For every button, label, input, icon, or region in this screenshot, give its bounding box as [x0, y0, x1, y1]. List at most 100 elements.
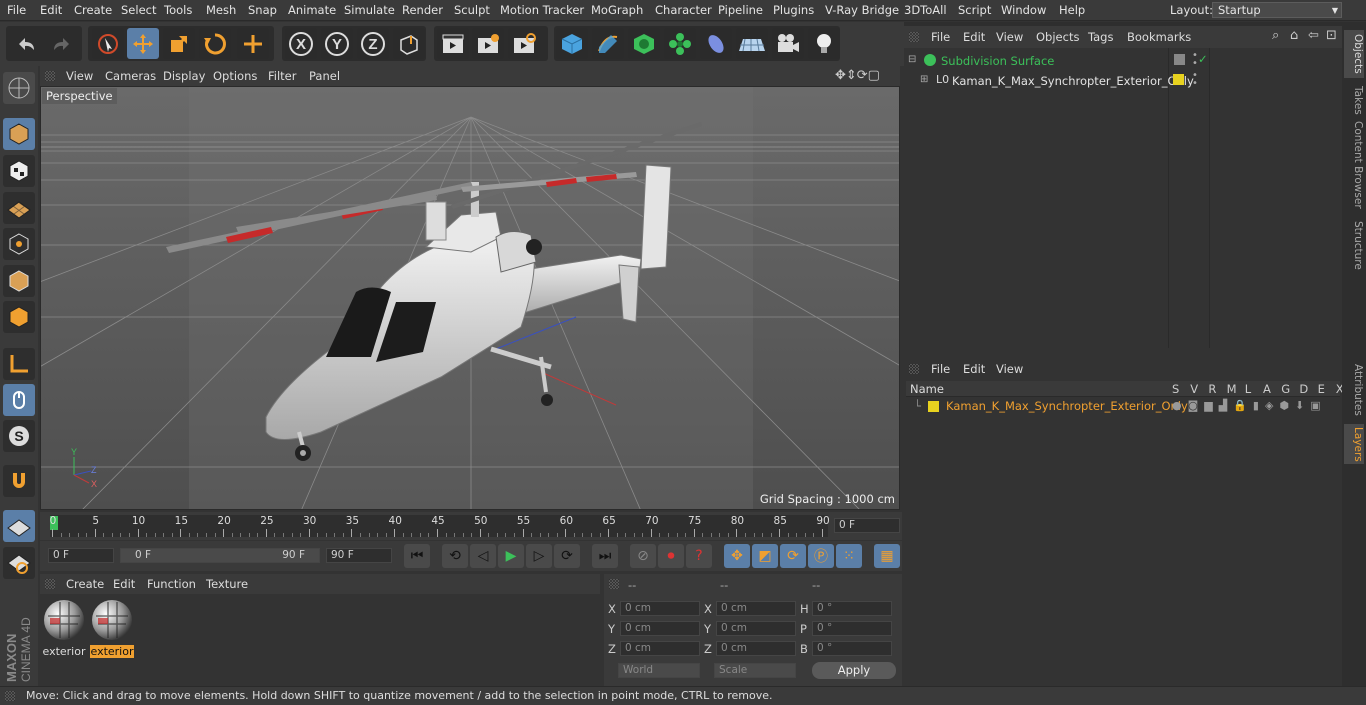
menu-motion-tracker[interactable]: Motion Tracker: [500, 3, 584, 17]
mograph-cloner-icon[interactable]: [664, 28, 696, 59]
column-flag[interactable]: D: [1299, 382, 1308, 396]
menu-animate[interactable]: Animate: [288, 3, 336, 17]
coord-value-field[interactable]: 0 cm: [620, 621, 700, 636]
coord-value-field[interactable]: 0 cm: [620, 641, 700, 656]
menu-edit[interactable]: Edit: [40, 3, 62, 17]
edges-mode-icon[interactable]: [3, 265, 35, 297]
menu-window[interactable]: Window: [1001, 3, 1046, 17]
timeline-ruler[interactable]: 0 5 10 15 20 25 30 35 40 45 50 55 60 65 70 75 80 85 90 0 F: [40, 512, 902, 540]
menu-render[interactable]: Render: [402, 3, 443, 17]
menu-plugins[interactable]: Plugins: [773, 3, 814, 17]
end-frame-field[interactable]: 90 F: [326, 548, 392, 563]
render-view-icon[interactable]: [437, 28, 469, 59]
y-axis-lock-icon[interactable]: Y: [321, 28, 353, 59]
key-parameter-icon[interactable]: Ⓟ: [808, 544, 834, 568]
menu-vray-bridge[interactable]: V-Ray Bridge: [825, 3, 899, 17]
current-frame-field[interactable]: 0 F: [834, 518, 900, 533]
coord-mode-dropdown[interactable]: World: [618, 663, 700, 678]
pen-spline-icon[interactable]: [592, 28, 624, 59]
menu-simulate[interactable]: Simulate: [344, 3, 395, 17]
coord-value-field[interactable]: 0 °: [812, 601, 892, 616]
coord-scale-dropdown[interactable]: Scale: [714, 663, 796, 678]
column-flag[interactable]: E: [1318, 382, 1325, 396]
vp-menu-options[interactable]: Options: [213, 69, 257, 83]
mat-menu-texture[interactable]: Texture: [206, 577, 248, 591]
menu-help[interactable]: Help: [1059, 3, 1085, 17]
obj-menu-file[interactable]: File: [931, 30, 950, 44]
render-picture-viewer-icon[interactable]: [472, 28, 504, 59]
redo-icon[interactable]: [46, 28, 78, 59]
material-swatch[interactable]: exterior: [42, 598, 86, 658]
obj-home-icon[interactable]: ⌂: [1290, 28, 1298, 43]
column-flag[interactable]: V: [1190, 382, 1198, 396]
visibility-dots-icon[interactable]: • •: [1192, 71, 1198, 89]
tab-takes[interactable]: Takes: [1344, 84, 1364, 116]
mat-menu-create[interactable]: Create: [66, 577, 104, 591]
column-flag[interactable]: M: [1227, 382, 1237, 396]
keyframe-selection-icon[interactable]: ?: [686, 544, 712, 568]
coord-value-field[interactable]: 0 °: [812, 641, 892, 656]
layer-color-swatch[interactable]: [928, 401, 939, 412]
tab-structure[interactable]: Structure: [1344, 218, 1364, 273]
layer-tag-icon[interactable]: [1174, 54, 1185, 65]
menu-3dtoall[interactable]: 3DToAll: [904, 3, 947, 17]
go-to-end-icon[interactable]: ⏭: [592, 544, 618, 568]
tweak-mode-icon[interactable]: [3, 384, 35, 416]
apply-button[interactable]: Apply: [812, 662, 896, 679]
undo-icon[interactable]: [10, 28, 42, 59]
menu-script[interactable]: Script: [958, 3, 991, 17]
key-pla-icon[interactable]: ⁙: [836, 544, 862, 568]
workplane-lock-icon[interactable]: [3, 510, 35, 542]
menu-mograph[interactable]: MoGraph: [591, 3, 643, 17]
tab-layers[interactable]: Layers: [1344, 424, 1364, 464]
live-selection-icon[interactable]: [92, 28, 124, 59]
obj-menu-view[interactable]: View: [996, 30, 1023, 44]
layout-dropdown[interactable]: Startup: [1212, 2, 1342, 18]
vp-menu-view[interactable]: View: [66, 69, 93, 83]
workplane-mode-icon[interactable]: [3, 192, 35, 224]
cube-primitive-icon[interactable]: [556, 28, 588, 59]
polygons-mode-icon[interactable]: [3, 301, 35, 333]
workplane-snap-icon[interactable]: [3, 547, 35, 579]
menu-mesh[interactable]: Mesh: [206, 3, 236, 17]
vp-menu-filter[interactable]: Filter: [268, 69, 296, 83]
perspective-viewport[interactable]: Y Z X Perspective Grid Spacing : 1000 cm: [40, 86, 900, 510]
make-editable-icon[interactable]: [3, 72, 35, 104]
menu-tools[interactable]: Tools: [164, 3, 192, 17]
render-settings-icon[interactable]: [508, 28, 540, 59]
menu-file[interactable]: File: [7, 3, 26, 17]
obj-menu-edit[interactable]: Edit: [963, 30, 985, 44]
obj-back-icon[interactable]: ⇦: [1308, 28, 1319, 43]
x-axis-lock-icon[interactable]: X: [285, 28, 317, 59]
axis-mode-icon[interactable]: [3, 348, 35, 380]
snap-magnet-icon[interactable]: [3, 465, 35, 497]
floor-environment-icon[interactable]: [736, 28, 768, 59]
material-swatch-selected[interactable]: exterior: [90, 598, 134, 658]
camera-icon[interactable]: [772, 28, 804, 59]
layer-menu-edit[interactable]: Edit: [963, 362, 985, 376]
menu-snap[interactable]: Snap: [248, 3, 277, 17]
next-frame-icon[interactable]: ▷: [526, 544, 552, 568]
column-name[interactable]: Name: [910, 382, 944, 396]
tab-objects[interactable]: Objects: [1344, 30, 1364, 78]
column-flag[interactable]: R: [1208, 382, 1216, 396]
obj-menu-objects[interactable]: Objects: [1036, 30, 1079, 44]
vp-menu-display[interactable]: Display: [163, 69, 205, 83]
rotate-tool-icon[interactable]: [199, 28, 231, 59]
subdivision-surface-icon[interactable]: [628, 28, 660, 59]
z-axis-lock-icon[interactable]: Z: [357, 28, 389, 59]
timeline-window-icon[interactable]: ▦: [874, 544, 900, 568]
start-frame-field[interactable]: 0 F: [48, 548, 114, 563]
mat-menu-edit[interactable]: Edit: [113, 577, 135, 591]
key-scale-icon[interactable]: ◩: [752, 544, 778, 568]
obj-new-window-icon[interactable]: ⊡: [1326, 28, 1337, 43]
previous-key-icon[interactable]: ⟲: [442, 544, 468, 568]
mat-menu-function[interactable]: Function: [147, 577, 196, 591]
coordinate-system-icon[interactable]: [393, 28, 425, 59]
play-icon[interactable]: ▶: [498, 544, 524, 568]
coord-value-field[interactable]: 0 cm: [620, 601, 700, 616]
layer-flag-icons[interactable]: ●◙▆▟🔒▮◈⬢⬇▣: [1172, 399, 1327, 412]
column-flag[interactable]: A: [1263, 382, 1271, 396]
scale-tool-icon[interactable]: [163, 28, 195, 59]
layer-menu-view[interactable]: View: [996, 362, 1023, 376]
